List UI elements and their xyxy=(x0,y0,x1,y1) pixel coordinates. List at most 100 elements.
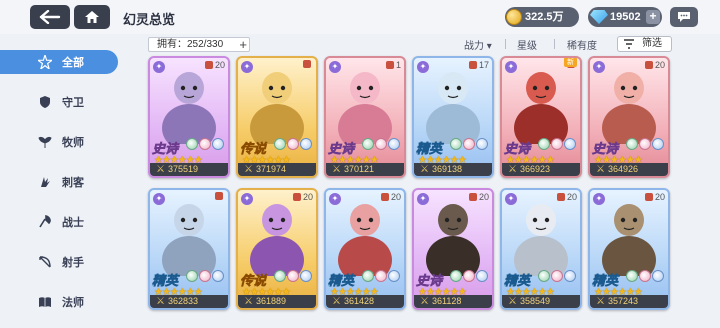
sidebar-item-label: 牧师 xyxy=(62,137,84,149)
spirit-level: 20 xyxy=(380,192,401,202)
level-value: 20 xyxy=(302,192,313,202)
spirit-card[interactable]: ✦ 20 精英 ★★★★★★ ⚔ 361428 xyxy=(324,188,406,310)
spirit-card[interactable]: ✦ 20 史诗 ★★★★★★ ⚔ 364926 xyxy=(588,56,670,178)
class-badge-icon: ✦ xyxy=(153,61,165,73)
level-icon xyxy=(204,61,213,69)
spirit-card[interactable]: ✦ 1 史诗 ★★★★★★ ⚔ 370121 xyxy=(324,56,406,178)
spirit-card[interactable]: ✦ 精英 ★★★★★★ ⚔ 362833 xyxy=(148,188,230,310)
spirit-level: 20 xyxy=(204,60,225,70)
element-orbs xyxy=(626,138,665,150)
element-orbs xyxy=(450,138,489,150)
power-bar: ⚔ 362833 xyxy=(150,295,228,308)
spirit-level xyxy=(215,192,225,200)
sword-icon: ⚔ xyxy=(596,296,605,307)
orb-icon xyxy=(287,138,299,150)
power-bar: ⚔ 366923 xyxy=(502,163,580,176)
sidebar-item-label: 战士 xyxy=(62,217,84,229)
spirit-level: 20 xyxy=(468,192,489,202)
level-icon xyxy=(385,61,394,69)
element-orbs xyxy=(538,270,577,282)
spirit-card[interactable]: ✦ 新 史诗 ★★★★★★ ⚔ 366923 xyxy=(500,56,582,178)
sword-icon: ⚔ xyxy=(420,296,429,307)
sidebar-item-mage[interactable]: 法师 xyxy=(0,290,118,314)
spirit-card[interactable]: ✦ 17 精英 ★★★★★★ ⚔ 369138 xyxy=(412,56,494,178)
sort-rarity-button[interactable]: 稀有度 xyxy=(567,37,597,52)
orb-icon xyxy=(186,270,198,282)
owned-count-box[interactable]: 拥有：252/330 + xyxy=(148,37,250,52)
filter-button[interactable]: 筛选 xyxy=(617,36,672,52)
class-badge-icon: ✦ xyxy=(505,61,517,73)
power-bar: ⚔ 371974 xyxy=(238,163,316,176)
filter-icon xyxy=(624,39,634,49)
spirit-card[interactable]: ✦ 传说 ★★★★★★ ⚔ 371974 xyxy=(236,56,318,178)
orb-icon xyxy=(564,138,576,150)
wings-icon xyxy=(38,136,52,148)
orb-icon xyxy=(199,138,211,150)
orb-icon xyxy=(388,270,400,282)
orb-icon xyxy=(639,138,651,150)
chat-button[interactable] xyxy=(670,7,698,27)
orb-icon xyxy=(626,138,638,150)
orb-icon xyxy=(274,138,286,150)
sidebar-item-priest[interactable]: 牧师 xyxy=(0,130,118,154)
spirit-level: 1 xyxy=(385,60,401,70)
power-value: 362833 xyxy=(168,296,199,306)
power-value: 366923 xyxy=(520,164,551,174)
element-orbs xyxy=(538,138,577,150)
class-badge-icon: ✦ xyxy=(241,61,253,73)
spirit-card[interactable]: ✦ 20 传说 ★★★★★★ ⚔ 361889 xyxy=(236,188,318,310)
sidebar-item-all[interactable]: 全部 xyxy=(0,50,118,74)
sword-icon: ⚔ xyxy=(332,164,341,175)
sidebar-item-label: 射手 xyxy=(62,257,84,269)
class-badge-icon: ✦ xyxy=(153,193,165,205)
level-value: 20 xyxy=(478,192,489,202)
sword-icon: ⚔ xyxy=(244,164,253,175)
level-icon xyxy=(303,60,311,68)
gem-counter[interactable]: 19502 + xyxy=(588,7,662,27)
orb-icon xyxy=(375,270,387,282)
sort-star-button[interactable]: 星级 xyxy=(517,37,537,52)
orb-icon xyxy=(300,270,312,282)
orb-icon xyxy=(450,270,462,282)
add-gems-button[interactable]: + xyxy=(646,10,660,24)
sidebar-item-label: 刺客 xyxy=(62,177,84,189)
power-bar: ⚔ 369138 xyxy=(414,163,492,176)
home-button[interactable] xyxy=(74,5,110,29)
element-orbs xyxy=(274,270,313,282)
spirit-card[interactable]: ✦ 20 史诗 ★★★★★★ ⚔ 361128 xyxy=(412,188,494,310)
gold-counter[interactable]: 322.5万 xyxy=(505,7,579,27)
spirit-card[interactable]: ✦ 20 精英 ★★★★★★ ⚔ 358549 xyxy=(500,188,582,310)
spirit-card[interactable]: ✦ 20 精英 ★★★★★★ ⚔ 357243 xyxy=(588,188,670,310)
power-value: 369138 xyxy=(432,164,463,174)
sidebar-item-guard[interactable]: 守卫 xyxy=(0,90,118,114)
spirit-level: 17 xyxy=(468,60,489,70)
element-orbs xyxy=(274,138,313,150)
back-button[interactable] xyxy=(30,5,70,29)
class-sidebar: 全部 守卫 牧师 刺客 战士 射手 法师 xyxy=(0,34,128,328)
class-badge-icon: ✦ xyxy=(329,193,341,205)
shield-icon xyxy=(40,96,50,108)
level-icon xyxy=(468,193,477,201)
element-orbs xyxy=(362,138,401,150)
expand-capacity-button[interactable]: + xyxy=(239,38,247,51)
sort-power-button[interactable]: 战力 ▾ xyxy=(464,37,492,52)
level-icon xyxy=(644,193,653,201)
level-icon xyxy=(644,61,653,69)
sidebar-item-warrior[interactable]: 战士 xyxy=(0,210,118,234)
orb-icon xyxy=(199,270,211,282)
class-badge-icon: ✦ xyxy=(329,61,341,73)
level-icon xyxy=(556,193,565,201)
level-value: 1 xyxy=(395,60,401,70)
sidebar-item-assassin[interactable]: 刺客 xyxy=(0,170,118,194)
power-value: 361128 xyxy=(432,296,462,306)
class-badge-icon: ✦ xyxy=(505,193,517,205)
orb-icon xyxy=(652,270,664,282)
home-icon xyxy=(85,11,99,23)
orb-icon xyxy=(362,138,374,150)
sidebar-item-label: 法师 xyxy=(62,297,84,309)
spirit-card[interactable]: ✦ 20 史诗 ★★★★★★ ⚔ 375519 xyxy=(148,56,230,178)
spirit-level xyxy=(303,60,313,68)
gem-amount: 19502 xyxy=(610,11,641,23)
sidebar-item-label: 守卫 xyxy=(62,97,84,109)
sidebar-item-archer[interactable]: 射手 xyxy=(0,250,118,274)
